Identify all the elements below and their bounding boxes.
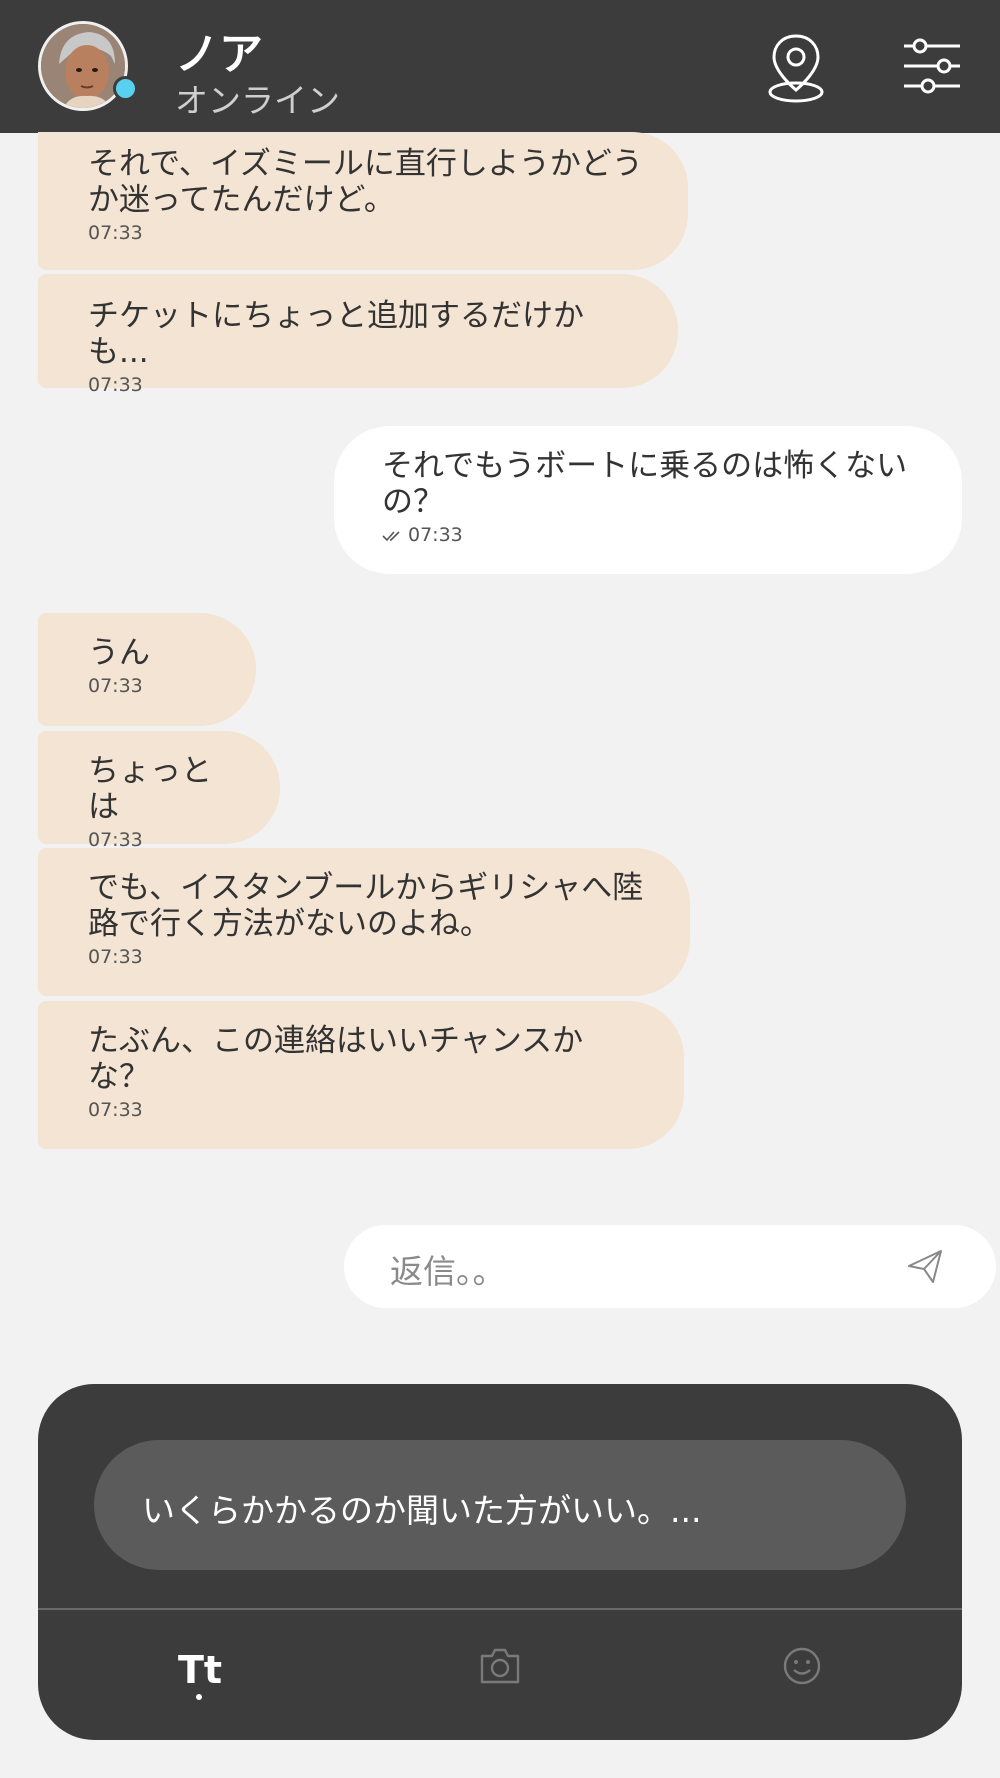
- message-time: 07:33: [88, 374, 143, 396]
- divider: [38, 1608, 962, 1610]
- message-time: 07:33: [88, 222, 143, 244]
- message-time: 07:33: [408, 524, 463, 546]
- message-text: でも、イスタンブールからギリシャへ陸路で行く方法がないのよね。: [88, 870, 644, 942]
- tab-text[interactable]: Tt: [178, 1648, 222, 1692]
- contact-status: オンライン: [175, 81, 340, 120]
- outgoing-message: それでもうボートに乗るのは怖くないの？ 07:33: [334, 426, 962, 574]
- send-icon[interactable]: [906, 1247, 944, 1285]
- message-text: それでもうボートに乗るのは怖くないの？: [382, 448, 908, 520]
- reply-placeholder: 返信。。: [390, 1252, 506, 1291]
- reply-input[interactable]: 返信。。: [344, 1225, 996, 1308]
- incoming-message: それで、イズミールに直行しようかどうか迷ってたんだけど。 07:33: [38, 132, 688, 270]
- message-time: 07:33: [88, 946, 143, 968]
- incoming-message: たぶん、この連絡はいいチャンスかな？ 07:33: [38, 1001, 684, 1149]
- read-receipt-icon: [382, 530, 400, 541]
- message-text: うん: [88, 635, 150, 671]
- sliders-icon[interactable]: [900, 34, 964, 98]
- message-time: 07:33: [88, 675, 143, 697]
- suggested-reply-text: いくらかかるのか聞いた方がいい。...: [142, 1491, 702, 1530]
- message-text: それで、イズミールに直行しようかどうか迷ってたんだけど。: [88, 146, 643, 218]
- map-pin-icon[interactable]: [762, 30, 830, 106]
- message-time-row: 07:33: [382, 524, 922, 546]
- chat-screen: ノア オンライン それで、イズミールに直行しようかどうか迷ってたんだけど。 07…: [0, 0, 1000, 1778]
- incoming-message: チケットにちょっと追加するだけかも... 07:33: [38, 274, 678, 396]
- online-status-dot: [113, 76, 138, 101]
- active-tab-indicator: [196, 1694, 202, 1700]
- incoming-message: ちょっとは 07:33: [38, 731, 280, 851]
- contact-name: ノア: [175, 29, 263, 80]
- message-text: たぶん、この連絡はいいチャンスかな？: [88, 1023, 584, 1095]
- chat-header: ノア オンライン: [0, 0, 1000, 133]
- suggested-reply[interactable]: いくらかかるのか聞いた方がいい。...: [94, 1440, 906, 1570]
- incoming-message: でも、イスタンブールからギリシャへ陸路で行く方法がないのよね。 07:33: [38, 848, 690, 996]
- message-time: 07:33: [88, 1099, 143, 1121]
- smiley-icon[interactable]: [782, 1646, 822, 1686]
- camera-icon[interactable]: [478, 1646, 522, 1686]
- message-text: ちょっとは: [88, 753, 212, 825]
- compose-panel: いくらかかるのか聞いた方がいい。... Tt: [38, 1384, 962, 1740]
- incoming-message: うん 07:33: [38, 613, 256, 726]
- avatar[interactable]: [38, 21, 128, 111]
- message-text: チケットにちょっと追加するだけかも...: [88, 298, 584, 370]
